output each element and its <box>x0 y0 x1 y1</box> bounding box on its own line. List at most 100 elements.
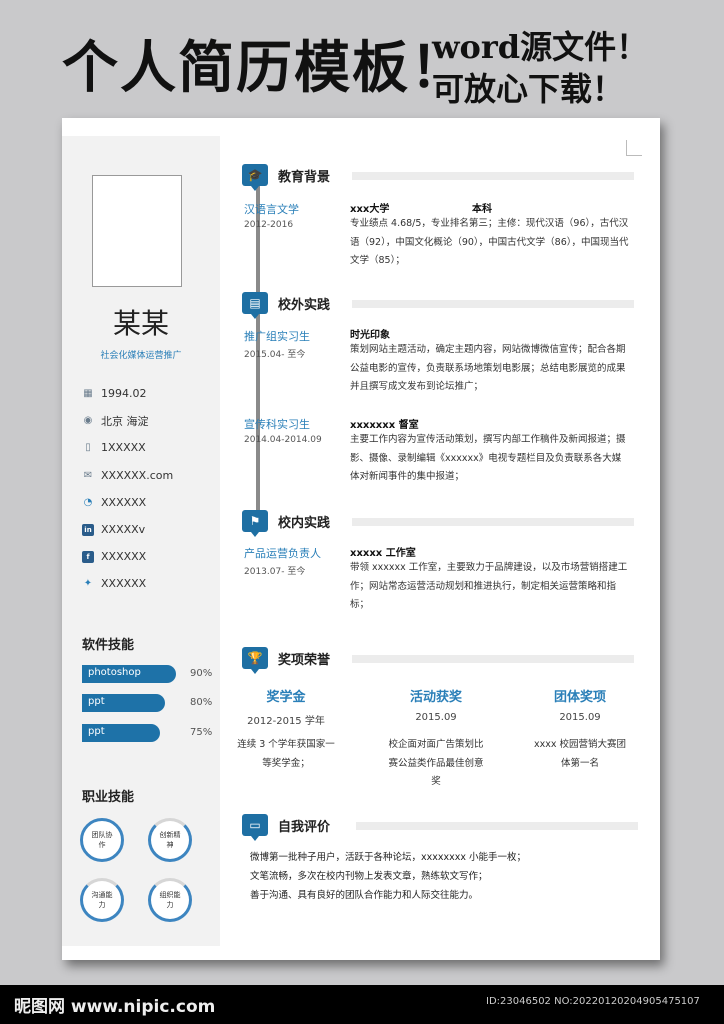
banner-subtitle: word源文件！ 可放心下载！ <box>432 26 648 110</box>
external-role-1: 推广组实习生 <box>244 330 310 343</box>
location-icon: ◉ <box>83 415 93 427</box>
section-divider <box>352 518 634 526</box>
contact-text: XXXXXv <box>101 523 146 537</box>
section-self-evaluation: ▭ 自我评价 <box>242 814 331 841</box>
education-major: 汉语言文学 <box>244 203 299 216</box>
award-desc-3: xxxx 校园营销大赛团体第一名 <box>533 739 626 769</box>
internal-date: 2013.07- 至今 <box>244 567 306 577</box>
self-line-1: 微博第一批种子用户，活跃于各种论坛，xxxxxxxx 小能手一枚； <box>250 852 526 863</box>
award-name-2: 活动获奖 <box>409 690 462 705</box>
contact-text: XXXXXX <box>101 577 147 591</box>
internal-role: 产品运营负责人 <box>244 547 321 560</box>
contact-text: XXXXXX.com <box>101 468 174 482</box>
contact-weibo[interactable]: ◔ XXXXXX <box>82 489 173 516</box>
skill-percent: 90% <box>190 668 213 679</box>
external-date-1: 2015.04- 至今 <box>244 350 306 360</box>
award-desc-2: 校企面对面广告策划比赛公益类作品最佳创意奖 <box>388 739 484 787</box>
skill-bar-ppt-2: ppt 75% <box>82 724 214 742</box>
award-date-1: 2012-2015 学年 <box>247 716 325 727</box>
skill-percent: 80% <box>190 697 213 708</box>
section-divider <box>356 822 638 830</box>
weibo-icon: ◔ <box>83 496 93 508</box>
contact-text: XXXXXX <box>101 550 147 564</box>
twitter-icon: ✦ <box>83 578 93 590</box>
banner-subtitle-line2: 可放心下载！ <box>432 70 625 108</box>
contact-text: XXXXXX <box>101 495 147 509</box>
skill-bar-ppt: ppt 80% <box>82 694 214 712</box>
banner-title: 个人简历模板！ <box>62 35 468 101</box>
contact-twitter[interactable]: ✦ XXXXXX <box>82 570 173 597</box>
section-internal-practice: ⚑ 校内实践 <box>242 510 331 537</box>
self-evaluation-text: 微博第一批种子用户，活跃于各种论坛，xxxxxxxx 小能手一枚； 文笔流畅，多… <box>250 848 630 905</box>
award-name-1: 奖学金 <box>266 690 306 705</box>
software-skills-heading: 软件技能 <box>82 638 135 653</box>
sidebar: 某某 社会化媒体运营推广 ▦ 1994.02 ◉ 北京 海淀 ▯ 1XXXXX ✉ XX… <box>62 136 220 946</box>
section-awards: 🏆 奖项荣誉 <box>242 647 331 674</box>
calendar-icon: ▦ <box>83 388 93 400</box>
contact-text: 北京 海淀 <box>101 414 149 428</box>
education-school: xxx大学 <box>350 204 390 215</box>
internal-org: xxxxx 工作室 <box>350 548 416 559</box>
skill-bar-photoshop: photoshop 90% <box>82 665 214 683</box>
section-title: 教育背景 <box>278 169 331 185</box>
contact-email[interactable]: ✉ XXXXXX.com <box>82 462 173 489</box>
section-divider <box>352 172 634 180</box>
career-skill-organization: 组织能力 <box>148 878 192 922</box>
contact-text: 1994.02 <box>101 387 147 401</box>
career-skill-communication: 沟通能力 <box>80 878 124 922</box>
external-org-2: xxxxxxx 督室 <box>350 420 419 431</box>
watermark-site: 昵图网 www.nipic.com <box>14 997 216 1017</box>
id-card-icon: ▤ <box>242 292 268 319</box>
resume-page: 某某 社会化媒体运营推广 ▦ 1994.02 ◉ 北京 海淀 ▯ 1XXXXX ✉ XX… <box>62 118 660 960</box>
trophy-icon: 🏆 <box>242 647 268 674</box>
contact-phone: ▯ 1XXXXX <box>82 434 173 461</box>
self-line-3: 善于沟通、具有良好的团队合作能力和人际交往能力。 <box>250 890 479 901</box>
external-desc-1: 策划网站主题活动，确定主题内容，网站微博微信宣传；配合各期公益电影的宣传，负责联… <box>350 344 626 392</box>
skill-label: photoshop <box>88 667 141 678</box>
flag-icon: ⚑ <box>242 510 268 537</box>
section-title: 奖项荣誉 <box>278 652 331 668</box>
skill-percent: 75% <box>190 727 213 738</box>
watermark-id: ID:23046502 NO:20220120204905475107 <box>486 996 700 1007</box>
external-date-2: 2014.04-2014.09 <box>244 435 322 445</box>
section-external-practice: ▤ 校外实践 <box>242 292 331 319</box>
external-role-2: 宣传科实习生 <box>244 418 310 431</box>
external-desc-2: 主要工作内容为宣传活动策划，撰写内部工作稿件及新闻报道；摄影、摄像、录制编辑《x… <box>350 434 626 482</box>
banner-subtitle-line1: word源文件！ <box>432 28 649 66</box>
linkedin-icon: in <box>82 523 94 536</box>
contact-birth: ▦ 1994.02 <box>82 380 173 407</box>
profile-title: 社会化媒体运营推广 <box>100 351 182 361</box>
section-education: 🎓 教育背景 <box>242 164 331 191</box>
career-skill-label: 组织能力 <box>159 891 181 909</box>
education-date: 2012-2016 <box>244 220 294 230</box>
education-degree: 本科 <box>472 204 492 215</box>
section-title: 自我评价 <box>278 819 331 835</box>
mail-icon: ✉ <box>83 469 93 481</box>
section-title: 校外实践 <box>278 297 331 313</box>
contact-text: 1XXXXX <box>101 441 146 455</box>
career-skill-label: 沟通能力 <box>91 891 113 909</box>
contact-list: ▦ 1994.02 ◉ 北京 海淀 ▯ 1XXXXX ✉ XXXXXX.com ◔ XXX… <box>82 380 173 598</box>
education-desc: 专业绩点 4.68/5，专业排名第三；主修：现代汉语（96），古代汉语（92），… <box>350 218 629 266</box>
contact-linkedin[interactable]: in XXXXXv <box>82 516 173 543</box>
graduation-cap-icon: 🎓 <box>242 164 268 191</box>
contact-location: ◉ 北京 海淀 <box>82 407 173 434</box>
external-org-1: 时光印象 <box>350 330 390 341</box>
corner-crop-mark <box>626 140 642 156</box>
career-skill-label: 创新精神 <box>159 831 181 849</box>
internal-desc: 带领 xxxxxx 工作室，主要致力于品牌建设，以及市场营销搭建工作；网站常态运… <box>350 562 628 610</box>
award-date-3: 2015.09 <box>559 712 601 723</box>
skill-label: ppt <box>88 726 105 737</box>
facebook-icon: f <box>82 550 94 563</box>
section-divider <box>352 300 634 308</box>
profile-name: 某某 <box>112 307 169 340</box>
award-date-2: 2015.09 <box>415 712 457 723</box>
self-line-2: 文笔流畅，多次在校内刊物上发表文章，熟练软文写作； <box>250 871 488 882</box>
photo-placeholder <box>92 175 182 287</box>
career-skill-teamwork: 团队协作 <box>80 818 124 862</box>
contact-facebook[interactable]: f XXXXXX <box>82 543 173 570</box>
section-title: 校内实践 <box>278 515 331 531</box>
award-name-3: 团体奖项 <box>553 690 606 705</box>
award-desc-1: 连续 3 个学年获国家一等奖学金； <box>237 739 335 769</box>
skill-label: ppt <box>88 696 105 707</box>
